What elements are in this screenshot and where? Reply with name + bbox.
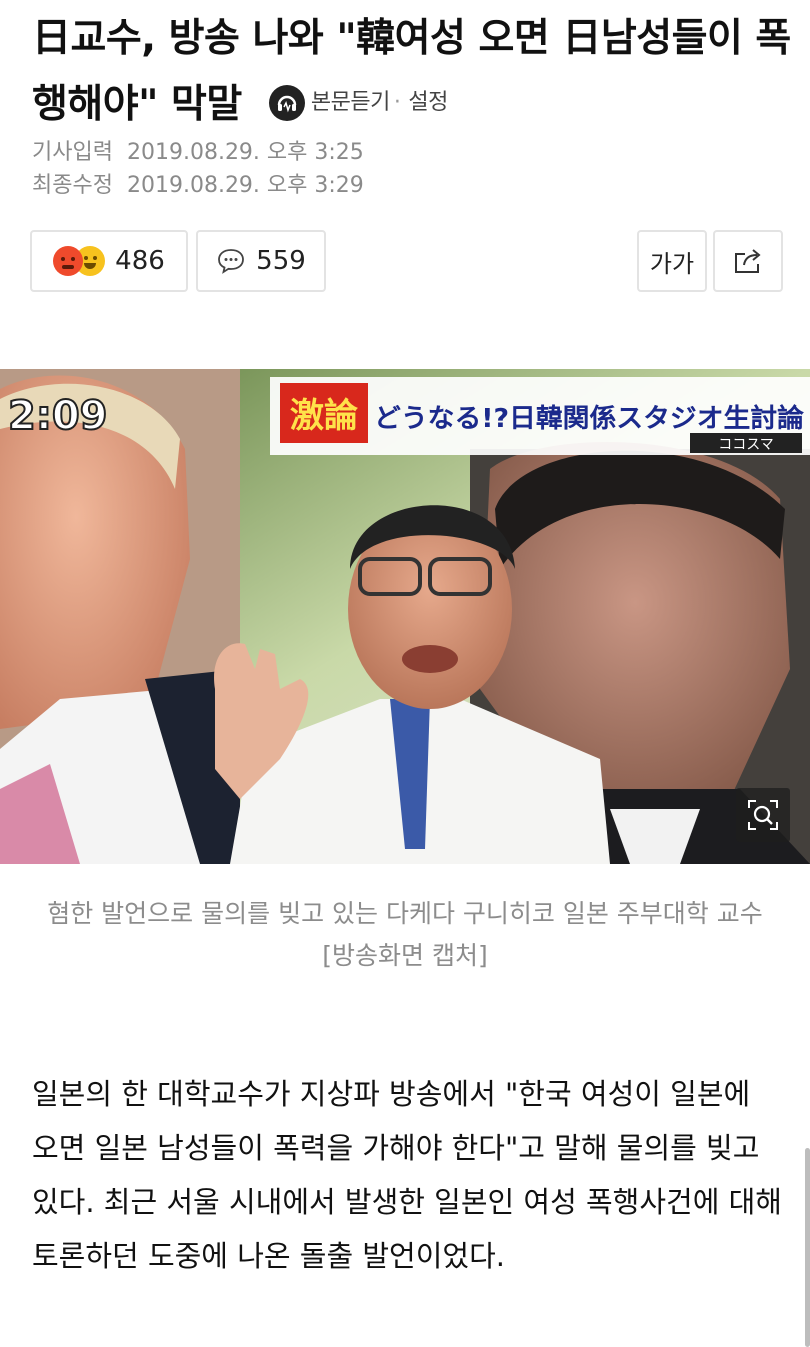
article-photo[interactable]: 激論 どうなる!?日韓関係スタジオ生討論 ココスマ 2:09: [0, 369, 810, 864]
zoom-button[interactable]: [736, 788, 790, 842]
article-title: 日교수, 방송 나와 "韓여성 오면 日남성들이 폭행해야" 막말 본문듣기 ·…: [32, 6, 792, 140]
show-name: ココスマ: [718, 437, 774, 453]
scrollbar[interactable]: [805, 1148, 810, 1347]
magnifier-icon: [746, 798, 780, 832]
tv-screenshot-illustration: 激論 どうなる!?日韓関係スタジオ生討論 ココスマ 2:09: [0, 369, 810, 864]
modified-info: 최종수정 2019.08.29. 오후 3:29: [32, 171, 364, 201]
modified-label: 최종수정: [32, 173, 113, 198]
banner-label-left: 激論: [290, 396, 358, 436]
banner-label-right: どうなる!?日韓関係スタジオ生討論: [374, 403, 805, 434]
share-icon: [731, 246, 765, 276]
article-body: 일본의 한 대학교수가 지상파 방송에서 "한국 여성이 일본에 오면 일본 남…: [32, 1077, 782, 1273]
published-info: 기사입력 2019.08.29. 오후 3:25: [32, 138, 364, 168]
tts-settings-button[interactable]: 설정: [408, 70, 448, 136]
video-timestamp: 2:09: [8, 393, 108, 439]
published-label: 기사입력: [32, 140, 113, 165]
tts-control: 본문듣기 · 설정: [268, 70, 448, 136]
comment-button[interactable]: 559: [196, 230, 326, 292]
tts-icon[interactable]: [268, 84, 305, 121]
tts-separator: ·: [393, 89, 401, 115]
modified-date: 2019.08.29. 오후 3:29: [126, 173, 364, 198]
speech-bubble-icon: [216, 247, 246, 275]
comment-count: 559: [256, 246, 306, 276]
font-size-label: 가가: [649, 249, 695, 278]
photo-caption: 혐한 발언으로 물의를 빚고 있는 다케다 구니히코 일본 주부대학 교수 [방…: [47, 899, 763, 970]
published-date: 2019.08.29. 오후 3:25: [126, 140, 364, 165]
reaction-count: 486: [115, 246, 165, 276]
reaction-button[interactable]: 486: [30, 230, 188, 292]
font-size-button[interactable]: 가가: [637, 230, 707, 292]
reaction-emoji-icon: [53, 246, 106, 276]
share-button[interactable]: [713, 230, 783, 292]
tts-button[interactable]: 본문듣기: [311, 70, 390, 136]
